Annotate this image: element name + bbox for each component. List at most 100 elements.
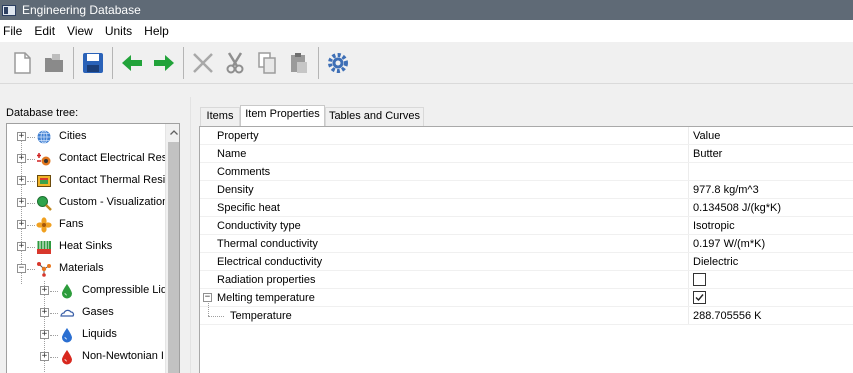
property-value[interactable]: 0.134508 J/(kg*K): [693, 202, 781, 214]
property-row-melting-temperature[interactable]: − Melting temperature: [200, 289, 853, 307]
tree-connector: [208, 316, 224, 317]
property-row-radiation-properties[interactable]: Radiation properties: [200, 271, 853, 289]
blue-drop-icon: [62, 328, 72, 343]
menu-file[interactable]: File: [0, 20, 28, 42]
expand-toggle[interactable]: +: [17, 132, 26, 141]
new-document-button[interactable]: [6, 47, 38, 79]
tree-item-materials[interactable]: − Materials: [7, 259, 167, 279]
melting-temperature-checkbox[interactable]: [693, 291, 706, 304]
tree-item-label: Materials: [59, 262, 104, 274]
delete-button[interactable]: [187, 47, 219, 79]
database-tree[interactable]: + Cities + Contact Electrical Res + Cont…: [6, 123, 180, 373]
property-value[interactable]: Butter: [693, 148, 722, 160]
property-row-conductivity-type[interactable]: Conductivity type Isotropic: [200, 217, 853, 235]
collapse-toggle[interactable]: −: [17, 264, 26, 273]
menu-units[interactable]: Units: [99, 20, 138, 42]
cut-icon: [226, 51, 244, 73]
tree-connector: [50, 313, 58, 314]
tree-connector: [50, 335, 58, 336]
forward-button[interactable]: [148, 47, 180, 79]
toolbar-separator: [73, 46, 74, 79]
scroll-up-button[interactable]: [166, 124, 179, 141]
tree-item-non-newtonian[interactable]: + Non-Newtonian I: [7, 347, 167, 367]
expand-toggle[interactable]: +: [17, 220, 26, 229]
expand-toggle[interactable]: +: [17, 198, 26, 207]
property-row-comments[interactable]: Comments: [200, 163, 853, 181]
tree-connector: [27, 203, 35, 204]
radiation-properties-checkbox[interactable]: [693, 273, 706, 286]
panel-splitter[interactable]: [190, 97, 191, 373]
scroll-thumb[interactable]: [168, 142, 179, 373]
tree-item-label: Custom - Visualization: [59, 196, 165, 208]
menu-help[interactable]: Help: [138, 20, 175, 42]
tree-item-gases[interactable]: + Gases: [7, 303, 167, 323]
value-column-header: Value: [693, 130, 721, 142]
tree-connector: [27, 269, 35, 270]
property-value[interactable]: 288.705556 K: [693, 310, 762, 322]
property-row-temperature[interactable]: Temperature 288.705556 K: [200, 303, 853, 325]
property-value[interactable]: 0.197 W/(m*K): [693, 238, 765, 250]
property-row-thermal-conductivity[interactable]: Thermal conductivity 0.197 W/(m*K): [200, 235, 853, 253]
tree-item-compressible-liquids[interactable]: + Compressible Liq: [7, 281, 167, 301]
save-icon: [83, 52, 103, 73]
tree-item-liquids[interactable]: + Liquids: [7, 325, 167, 345]
tree-item-contact-electrical[interactable]: + Contact Electrical Res: [7, 149, 167, 169]
tree-item-label: Contact Thermal Resi: [59, 174, 165, 186]
expand-toggle[interactable]: +: [40, 352, 49, 361]
tree-scrollbar[interactable]: [165, 124, 179, 373]
expand-toggle[interactable]: +: [40, 330, 49, 339]
save-button[interactable]: [77, 47, 109, 79]
open-folder-button[interactable]: [38, 47, 70, 79]
expand-toggle[interactable]: +: [40, 308, 49, 317]
property-column-header: Property: [217, 130, 259, 142]
fan-icon: [36, 217, 52, 233]
menu-edit[interactable]: Edit: [28, 20, 61, 42]
tab-items[interactable]: Items: [200, 107, 240, 126]
materials-icon: [37, 262, 51, 277]
tree-connector: [50, 357, 58, 358]
expand-toggle[interactable]: +: [40, 286, 49, 295]
title-bar: Engineering Database: [0, 0, 853, 20]
settings-button[interactable]: [322, 47, 354, 79]
tree-item-fans[interactable]: + Fans: [7, 215, 167, 235]
expand-toggle[interactable]: +: [17, 176, 26, 185]
property-name: Temperature: [230, 310, 292, 322]
menu-bar: File Edit View Units Help: [0, 20, 853, 42]
property-name: Density: [217, 184, 254, 196]
tree-connector: [208, 303, 209, 316]
property-grid: Property Value Name Butter Comments Dens…: [199, 126, 853, 373]
property-name: Comments: [217, 166, 271, 178]
tree-item-custom-visualization[interactable]: + Custom - Visualization: [7, 193, 167, 213]
cut-button[interactable]: [219, 47, 251, 79]
property-name: Name: [217, 148, 247, 160]
tree-item-contact-thermal[interactable]: + Contact Thermal Resi: [7, 171, 167, 191]
expand-toggle[interactable]: +: [17, 154, 26, 163]
back-button[interactable]: [116, 47, 148, 79]
tab-tables-and-curves[interactable]: Tables and Curves: [325, 107, 424, 126]
collapse-toggle[interactable]: −: [203, 293, 212, 302]
property-value[interactable]: Isotropic: [693, 220, 735, 232]
property-row-density[interactable]: Density 977.8 kg/m^3: [200, 181, 853, 199]
property-value[interactable]: 977.8 kg/m^3: [693, 184, 759, 196]
expand-toggle[interactable]: +: [17, 242, 26, 251]
paste-button[interactable]: [283, 47, 315, 79]
property-name: Specific heat: [217, 202, 280, 214]
property-row-name[interactable]: Name Butter: [200, 145, 853, 163]
menu-view[interactable]: View: [61, 20, 99, 42]
tab-item-properties[interactable]: Item Properties: [240, 105, 325, 126]
app-icon: [2, 4, 16, 16]
property-row-specific-heat[interactable]: Specific heat 0.134508 J/(kg*K): [200, 199, 853, 217]
contact-thermal-icon: [37, 175, 51, 187]
copy-button[interactable]: [251, 47, 283, 79]
back-arrow-icon: [122, 54, 142, 71]
tree-item-cities[interactable]: + Cities: [7, 127, 167, 147]
tree-item-heat-sinks[interactable]: + Heat Sinks: [7, 237, 167, 257]
tree-item-label: Non-Newtonian I: [82, 350, 164, 362]
property-name: Radiation properties: [217, 274, 316, 286]
gas-cloud-icon: [60, 309, 75, 317]
tree-item-label: Cities: [59, 130, 87, 142]
property-row-electrical-conductivity[interactable]: Electrical conductivity Dielectric: [200, 253, 853, 271]
property-value[interactable]: Dielectric: [693, 256, 738, 268]
property-name: Electrical conductivity: [217, 256, 323, 268]
globe-icon: [37, 130, 51, 144]
